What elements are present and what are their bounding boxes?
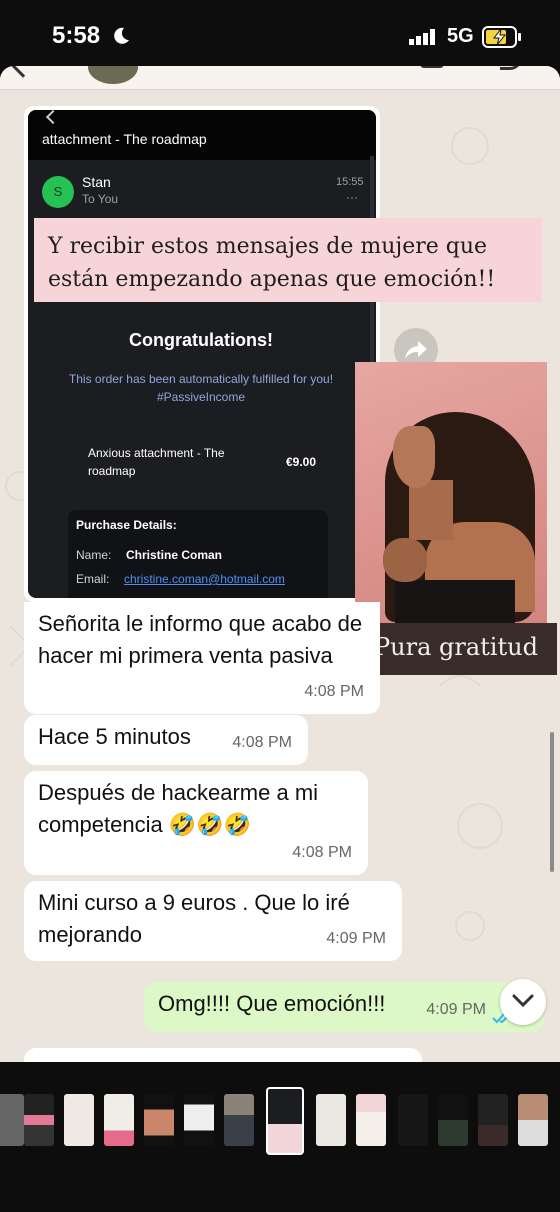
- product-price: €9.00: [286, 455, 317, 469]
- partial-message-bubble: [24, 1048, 422, 1062]
- image-message[interactable]: attachment - The roadmap S Stan To You 1…: [24, 106, 380, 602]
- message-text: Señorita le informo que acabo de hacer m…: [38, 611, 363, 668]
- sender-avatar: S: [42, 176, 74, 208]
- battery-charging-icon: [482, 26, 521, 48]
- story-thumbnail[interactable]: [0, 1094, 24, 1146]
- video-call-icon[interactable]: [420, 66, 444, 68]
- message-time: 4:08 PM: [232, 734, 292, 751]
- status-time: 5:58: [52, 22, 101, 49]
- message-time: 4:08 PM: [292, 844, 352, 861]
- message-text: Omg!!!! Que emoción!!!: [158, 991, 386, 1016]
- photo-face: [393, 426, 435, 488]
- phone-call-icon[interactable]: [500, 66, 522, 70]
- forward-icon: [405, 341, 427, 359]
- email-label: Email:: [76, 572, 110, 586]
- product-name-line2: roadmap: [88, 464, 136, 478]
- back-arrow-icon[interactable]: [10, 66, 36, 78]
- story-thumbnail-tray: [0, 1062, 560, 1212]
- photo-neck: [409, 480, 453, 540]
- message-time: 4:09 PM: [426, 1001, 486, 1018]
- fulfilled-text: This order has been automatically fulfil…: [68, 372, 334, 386]
- message-time: 4:08 PM: [304, 683, 364, 700]
- message-bubble[interactable]: Mini curso a 9 euros . Que lo iré mejora…: [24, 881, 402, 961]
- product-name-line1: Anxious attachment - The: [88, 446, 225, 460]
- story-photo: [355, 362, 547, 624]
- recipient-label: To You: [82, 192, 119, 206]
- story-thumbnail[interactable]: [356, 1094, 386, 1146]
- chat-scrollbar[interactable]: [550, 732, 554, 872]
- chat-header: [0, 66, 560, 90]
- chat-area[interactable]: attachment - The roadmap S Stan To You 1…: [0, 66, 560, 1062]
- message-bubble[interactable]: Hace 5 minutos 4:08 PM: [24, 715, 308, 765]
- story-thumbnail[interactable]: [144, 1094, 174, 1146]
- moon-icon: [114, 27, 129, 44]
- status-bar: 5:58 5G: [0, 0, 560, 66]
- email-value: christine.coman@hotmail.com: [124, 572, 285, 586]
- story-thumbnail[interactable]: [224, 1094, 254, 1146]
- story-thumbnail[interactable]: [438, 1094, 468, 1146]
- name-label: Name:: [76, 548, 112, 562]
- story-thumbnail[interactable]: [64, 1094, 94, 1146]
- chevron-down-icon: [512, 994, 534, 1008]
- message-text: Hace 5 minutos: [38, 724, 191, 749]
- photo-caption: Pura gratitud: [362, 623, 557, 675]
- email-screenshot: attachment - The roadmap S Stan To You 1…: [28, 110, 376, 598]
- story-thumbnail[interactable]: [24, 1094, 54, 1146]
- email-time: 15:55: [336, 176, 364, 188]
- message-text: Después de hackearme a mi competencia 🤣🤣…: [38, 780, 319, 837]
- email-menu-icon: ···: [346, 190, 358, 204]
- congrats-heading: Congratulations!: [129, 330, 273, 350]
- photo-top: [395, 580, 515, 624]
- message-time: 4:09 PM: [326, 930, 386, 947]
- signal-icon: [409, 29, 435, 45]
- story-thumbnail[interactable]: [316, 1094, 346, 1146]
- name-value: Christine Coman: [126, 548, 223, 562]
- purchase-details-heading: Purchase Details:: [76, 518, 177, 532]
- contact-avatar[interactable]: [88, 66, 138, 84]
- photo-hand: [383, 538, 427, 582]
- story-thumbnail[interactable]: [104, 1094, 134, 1146]
- sender-name: Stan: [82, 174, 111, 190]
- network-type: 5G: [447, 25, 474, 47]
- story-thumbnail[interactable]: [478, 1094, 508, 1146]
- message-bubble[interactable]: Después de hackearme a mi competencia 🤣🤣…: [24, 771, 368, 875]
- story-thumbnail[interactable]: [184, 1094, 214, 1146]
- scroll-down-button[interactable]: [500, 979, 546, 1025]
- message-text: Mini curso a 9 euros . Que lo iré mejora…: [38, 890, 350, 947]
- story-caption: Y recibir estos mensajes de mujere que e…: [34, 218, 542, 302]
- message-bubble[interactable]: Señorita le informo que acabo de hacer m…: [24, 602, 380, 714]
- screenshot-title: attachment - The roadmap: [42, 131, 207, 147]
- story-thumbnail[interactable]: [518, 1094, 548, 1146]
- story-thumbnail[interactable]: [398, 1094, 428, 1146]
- hashtag-text: #PassiveIncome: [156, 390, 246, 404]
- story-thumbnail-active[interactable]: [266, 1087, 304, 1155]
- outgoing-message-bubble[interactable]: Omg!!!! Que emoción!!! 4:09 PM: [144, 982, 544, 1032]
